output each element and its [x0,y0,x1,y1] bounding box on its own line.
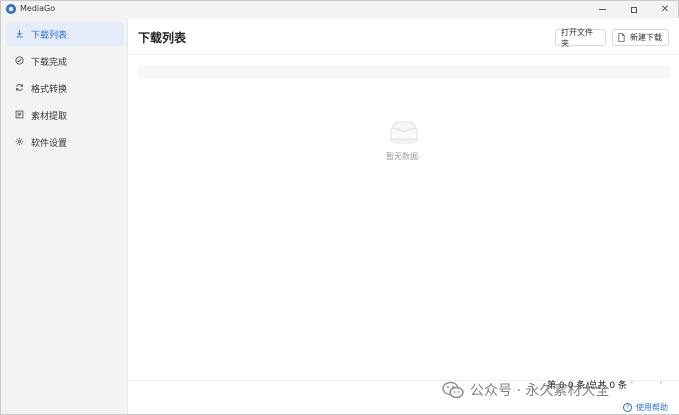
minimize-button[interactable] [588,1,616,18]
gear-icon [15,137,24,146]
watermark: 公众号 · 永久素材大全 [442,380,609,400]
app-logo-icon [6,4,16,14]
maximize-button[interactable] [620,1,648,18]
next-page-button[interactable]: › [659,378,663,388]
sidebar-item-format-convert[interactable]: 格式转换 [6,76,124,100]
window-title: MediaGo [20,4,56,13]
help-icon: ? [623,403,632,412]
close-icon: ✕ [660,3,670,15]
header-divider [128,54,679,55]
minimize-icon [598,9,606,10]
sidebar-item-label: 软件设置 [31,139,68,149]
check-circle-icon [15,56,24,65]
help-link[interactable]: ? 使用帮助 [623,402,668,413]
title-bar[interactable]: MediaGo ✕ [1,1,678,18]
sidebar-item-label: 下载完成 [31,58,68,68]
new-file-icon [618,33,625,42]
maximize-icon [631,6,637,13]
page-title: 下载列表 [138,31,187,45]
refresh-icon [15,83,24,92]
sidebar: 下载列表 下载完成 格式转换 素材提取 软件设置 [1,18,127,414]
new-download-label: 新建下载 [630,33,662,42]
download-icon [15,29,24,38]
watermark-text: 公众号 · 永久素材大全 [470,383,610,399]
sidebar-item-label: 格式转换 [31,85,68,95]
sidebar-item-download-list[interactable]: 下载列表 [6,22,124,46]
main-panel: 下载列表 打开文件夹 新建下载 暂无数据 第 0-0 条/总共 0 条 ‹ › … [127,18,679,414]
sidebar-item-label: 下载列表 [31,31,68,41]
app-window: MediaGo ✕ 下载列表 下载完成 格式转换 素材提取 软件设置 下载列表 … [0,0,679,415]
open-folder-button[interactable]: 打开文件夹 [555,27,606,48]
sidebar-item-material-extract[interactable]: 素材提取 [6,103,124,127]
empty-state-text: 暂无数据 [386,152,418,161]
prev-page-button[interactable]: ‹ [630,378,634,388]
extract-icon [15,110,24,119]
new-download-button[interactable]: 新建下载 [612,29,669,46]
table-header [138,65,669,79]
sidebar-item-settings[interactable]: 软件设置 [6,130,124,154]
help-label: 使用帮助 [636,403,668,412]
open-folder-label: 打开文件夹 [561,27,593,48]
empty-box-icon [389,121,419,144]
sidebar-item-label: 素材提取 [31,112,68,122]
wechat-icon [442,381,464,399]
close-button[interactable]: ✕ [651,1,679,18]
sidebar-item-download-complete[interactable]: 下载完成 [6,49,124,73]
